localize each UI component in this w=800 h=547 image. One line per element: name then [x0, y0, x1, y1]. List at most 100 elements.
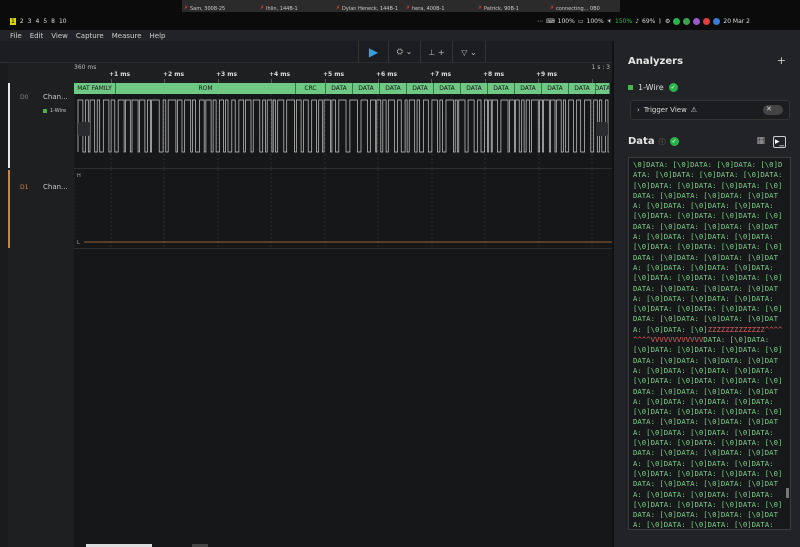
protocol-frame[interactable]: MAT FAMILY [74, 83, 116, 94]
device-settings-button[interactable]: ⛭ ⌄ [388, 41, 420, 63]
d1-waveform[interactable]: HL [74, 168, 612, 248]
participant-tile[interactable]: ✗ Patrick, 90B-1 [476, 0, 548, 12]
menu-edit[interactable]: Edit [30, 32, 44, 40]
d0-waveform[interactable] [74, 94, 612, 168]
protocol-frame[interactable]: DATA [353, 83, 380, 94]
terminal-scrollbar[interactable] [786, 488, 789, 498]
workspace-4[interactable]: 4 [35, 18, 39, 25]
protocol-frame[interactable]: DATA [515, 83, 542, 94]
protocol-frame[interactable]: DATA [542, 83, 569, 94]
trigger-view-row[interactable]: › Trigger View ⚠ ✕ [630, 100, 790, 120]
divider [74, 248, 612, 249]
chrome-icon[interactable] [683, 18, 691, 25]
timeline-tick: +3 ms [216, 71, 238, 78]
chevron-right-icon: › [637, 106, 640, 114]
battery-2: 100% [586, 18, 604, 25]
channel-d1[interactable]: D1 Chan... [8, 170, 74, 248]
marker-button[interactable]: ▽ ⌄ [452, 41, 486, 63]
add-analyzer-button[interactable]: ⊥ + [420, 41, 452, 63]
keyboard-icon[interactable]: ⌨ [546, 18, 555, 25]
play-icon: ▶ [368, 45, 379, 59]
participant-name: connecting... 0B0 [556, 6, 600, 12]
dots-icon: ⋯ [537, 18, 543, 25]
workspace-8[interactable]: 8 [51, 18, 55, 25]
participant-tile[interactable]: ✗ Ihlin, 144B-1 [258, 0, 334, 12]
start-capture-button[interactable]: ▶ [358, 41, 388, 63]
protocol-frame[interactable]: DATA [488, 83, 515, 94]
terminal-output[interactable]: \0]DATA: [\0]DATA: [\0]DATA: [\0]DATA: [… [628, 157, 791, 530]
timeline-start: 360 ms [74, 64, 97, 71]
protocol-frame[interactable]: DATA [407, 83, 434, 94]
trigger-toggle[interactable]: ✕ [763, 105, 783, 115]
terminal-view-icon[interactable]: ▸_ [772, 136, 786, 148]
analyzer-add-icon: ⊥ + [428, 47, 445, 57]
info-icon[interactable]: ⓘ [659, 137, 666, 147]
timeline-tick: +8 ms [483, 71, 505, 78]
protocol-frame[interactable]: DATA [380, 83, 407, 94]
protocol-frame[interactable]: DATA [596, 83, 610, 94]
protocol-frame[interactable]: DATA [569, 83, 596, 94]
participant-tile[interactable]: ✗ hera, 400B-1 [404, 0, 476, 12]
low-level-label: L [77, 240, 80, 246]
participant-tile[interactable]: ✗ Dylan Heneck, 144B-1 [334, 0, 404, 12]
edge-jump-button[interactable] [596, 122, 608, 136]
bluetooth-icon[interactable]: ᛒ [658, 18, 662, 25]
check-icon: ✓ [669, 137, 679, 146]
channel-analyzer: 1-Wire [43, 108, 66, 114]
channel-d0[interactable]: D0 Chan... 1-Wire [8, 83, 74, 168]
record-icon[interactable] [703, 18, 711, 25]
channel-id: D0 [20, 94, 29, 101]
workspace-2[interactable]: 2 [20, 18, 24, 25]
menu-capture[interactable]: Capture [76, 32, 104, 40]
terminal-segment: VVVVVVVVVVVV [650, 335, 704, 345]
add-analyzer-icon[interactable]: + [777, 54, 786, 67]
participant-tile[interactable]: ✗ Sam, 3008-25 [182, 0, 258, 12]
volume-icon: ♪ [635, 18, 640, 25]
settings-icon[interactable]: ⚙ [665, 18, 670, 25]
workspace-5[interactable]: 5 [43, 18, 47, 25]
app-icon[interactable] [693, 18, 701, 25]
analyzer-color-swatch [628, 85, 633, 90]
panel-title: Analyzers [628, 56, 684, 67]
waveform-area[interactable]: MAT FAMILY ROM CRC DATA DATA DATA DATA DATA DATA… [74, 83, 612, 547]
workspace-10[interactable]: 10 [59, 18, 67, 25]
brightness-level: 150% [615, 18, 633, 25]
channel-name[interactable]: Chan... [43, 183, 68, 191]
timeline-tick: +1 ms [109, 71, 131, 78]
logic-analyzer-window: 1 2 3 4 5 8 10 ✗ Sam, 3008-25 ✗ Ihlin, 1… [0, 0, 800, 547]
analyzer-row[interactable]: 1-Wire ✓ [628, 83, 678, 92]
protocol-frame[interactable]: DATA [461, 83, 488, 94]
data-view-switcher: ▦ ▸_ [756, 136, 786, 148]
menu-measure[interactable]: Measure [112, 32, 142, 40]
data-title: Data [628, 136, 655, 147]
protocol-frame[interactable]: CRC [296, 83, 326, 94]
check-icon[interactable] [673, 18, 681, 25]
participant-name: Patrick, 90B-1 [484, 6, 519, 12]
protocol-frame[interactable]: DATA [434, 83, 461, 94]
participant-name: Sam, 3008-25 [190, 6, 226, 12]
edge-jump-button[interactable] [78, 122, 90, 136]
workspace-3[interactable]: 3 [28, 18, 32, 25]
system-bar: 1 2 3 4 5 8 10 ✗ Sam, 3008-25 ✗ Ihlin, 1… [0, 0, 800, 30]
menu-view[interactable]: View [51, 32, 68, 40]
menu-bar: File Edit View Capture Measure Help [0, 30, 800, 41]
high-level-label: H [77, 173, 81, 179]
participant-name: Ihlin, 144B-1 [266, 6, 298, 12]
menu-help[interactable]: Help [150, 32, 166, 40]
protocol-frame[interactable]: ROM [116, 83, 296, 94]
timeline-end: 1 s : 3 [591, 64, 610, 71]
channel-list: D0 Chan... 1-Wire D1 Chan... [8, 83, 74, 547]
participant-name: hera, 400B-1 [412, 6, 445, 12]
channel-name[interactable]: Chan... [43, 93, 68, 101]
workspace-1[interactable]: 1 [10, 18, 16, 25]
timeline-ruler[interactable]: 360 ms 1 s : 3 +1 ms +2 ms +3 ms +4 ms +… [74, 63, 612, 83]
d0-signal-trace[interactable] [77, 99, 610, 153]
protocol-frame[interactable]: DATA [326, 83, 353, 94]
table-view-icon[interactable]: ▦ [756, 136, 765, 148]
channel-id: D1 [20, 184, 29, 191]
battery-1: 100% [557, 18, 575, 25]
network-icon[interactable] [713, 18, 721, 25]
marker-icon: ▽ ⌄ [461, 47, 477, 57]
menu-file[interactable]: File [10, 32, 22, 40]
participant-tile[interactable]: ✗ connecting... 0B0 [548, 0, 620, 12]
